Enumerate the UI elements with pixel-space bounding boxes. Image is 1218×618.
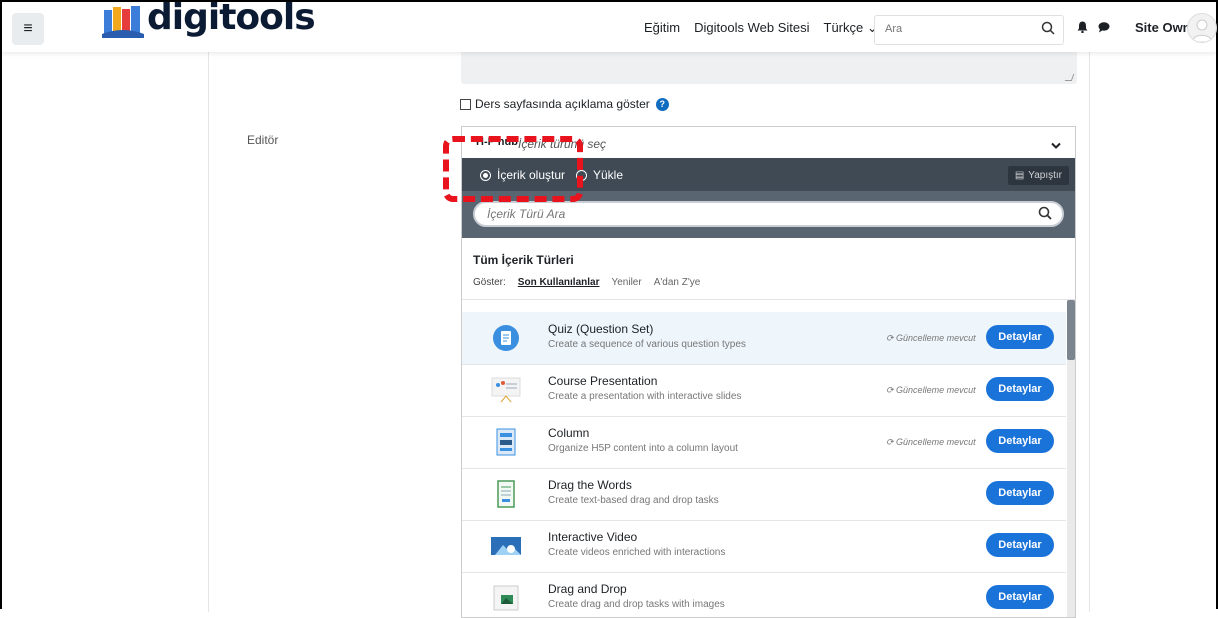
search-icon[interactable] [1041,21,1055,40]
update-available-label: ⟳ Güncelleme mevcut [886,333,976,343]
column-icon [491,427,521,457]
bell-icon[interactable] [1077,20,1088,38]
item-description: Create drag and drop tasks with images [548,599,725,610]
content-type-search-input[interactable] [475,203,1039,225]
global-search [874,15,1064,45]
details-button[interactable]: Detaylar [986,533,1054,557]
paste-label: Yapıştır [1028,170,1062,181]
item-description: Create a presentation with interactive s… [548,391,742,402]
annotation-highlight-box [443,136,583,202]
show-description-checkbox-row: Ders sayfasında açıklama göster ? [460,97,669,111]
right-column-divider [1089,52,1090,612]
item-title: Course Presentation [548,374,658,388]
hamburger-icon: ≡ [23,20,33,37]
list-item[interactable]: Drag the Words Create text-based drag an… [462,468,1066,521]
nav-link-website[interactable]: Digitools Web Sitesi [694,20,809,36]
show-label: Göster: [473,277,506,288]
search-icon[interactable] [1038,206,1052,225]
chevron-down-icon[interactable] [1051,137,1061,155]
item-description: Create a sequence of various question ty… [548,339,746,350]
list-item[interactable]: Interactive Video Create videos enriched… [462,520,1066,573]
content-type-search [473,201,1064,227]
video-icon [491,531,521,561]
details-button[interactable]: Detaylar [986,429,1054,453]
chat-bubble-icon[interactable] [1098,20,1110,38]
tab-upload-label: Yükle [593,168,624,182]
list-item[interactable]: Drag and Drop Create drag and drop tasks… [462,572,1066,617]
item-title: Interactive Video [548,530,638,544]
description-textarea[interactable] [461,52,1077,84]
top-navbar: ≡ digitools Eğitim Digitools Web Sitesi … [2,0,1217,52]
left-column-divider [208,52,209,612]
filter-a-to-z[interactable]: A'dan Z'ye [654,277,701,288]
avatar[interactable] [1187,13,1217,43]
global-search-input[interactable] [875,16,1045,42]
scrollbar-thumb[interactable] [1067,300,1075,360]
item-description: Create videos enriched with interactions [548,547,726,558]
resize-grip-icon[interactable] [1064,74,1075,81]
help-icon[interactable]: ? [655,97,669,111]
language-menu[interactable]: Türkçe ⌄ [824,20,878,36]
details-button[interactable]: Detaylar [986,377,1054,401]
item-title: Drag and Drop [548,582,627,596]
brand-name: digitools [147,0,316,38]
show-description-checkbox[interactable] [460,98,471,110]
item-title: Column [548,426,590,440]
item-title: Drag the Words [548,478,632,492]
item-description: Organize H5P content into a column layou… [548,443,738,454]
filter-recent[interactable]: Son Kullanılanlar [518,277,600,288]
quiz-icon [491,323,521,353]
item-description: Create text-based drag and drop tasks [548,495,719,506]
show-description-label: Ders sayfasında açıklama göster [475,97,650,111]
details-button[interactable]: Detaylar [986,325,1054,349]
books-logo-icon [102,4,144,38]
brand-logo[interactable]: digitools [102,0,316,44]
tab-upload[interactable]: Yükle [576,168,623,182]
filter-new[interactable]: Yeniler [611,277,641,288]
divider [462,299,1075,300]
list-item[interactable]: Column Organize H5P content into a colum… [462,416,1066,469]
update-available-label: ⟳ Güncelleme mevcut [886,385,976,395]
list-scrollbar[interactable] [1067,300,1075,617]
paste-button[interactable]: ▤ Yapıştır [1007,166,1069,185]
editor-label: Editör [247,133,279,147]
drawer-toggle-button[interactable]: ≡ [12,13,44,45]
details-button[interactable]: Detaylar [986,481,1054,505]
list-item[interactable]: Quiz (Question Set) Create a sequence of… [462,312,1066,365]
nav-links: Eğitim Digitools Web Sitesi Türkçe ⌄ [644,20,892,36]
filter-row: Göster: Son Kullanılanlar Yeniler A'dan … [473,277,712,288]
list-item[interactable]: Course Presentation Create a presentatio… [462,364,1066,417]
content-type-list: Quiz (Question Set) Create a sequence of… [462,312,1066,617]
nav-link-egitim[interactable]: Eğitim [644,20,680,36]
clipboard-icon: ▤ [1014,170,1025,181]
update-available-label: ⟳ Güncelleme mevcut [886,437,976,447]
item-title: Quiz (Question Set) [548,322,654,336]
details-button[interactable]: Detaylar [986,585,1054,609]
all-content-types-heading: Tüm İçerik Türleri [473,253,574,267]
presentation-icon [491,375,521,405]
drag-words-icon [491,479,521,509]
